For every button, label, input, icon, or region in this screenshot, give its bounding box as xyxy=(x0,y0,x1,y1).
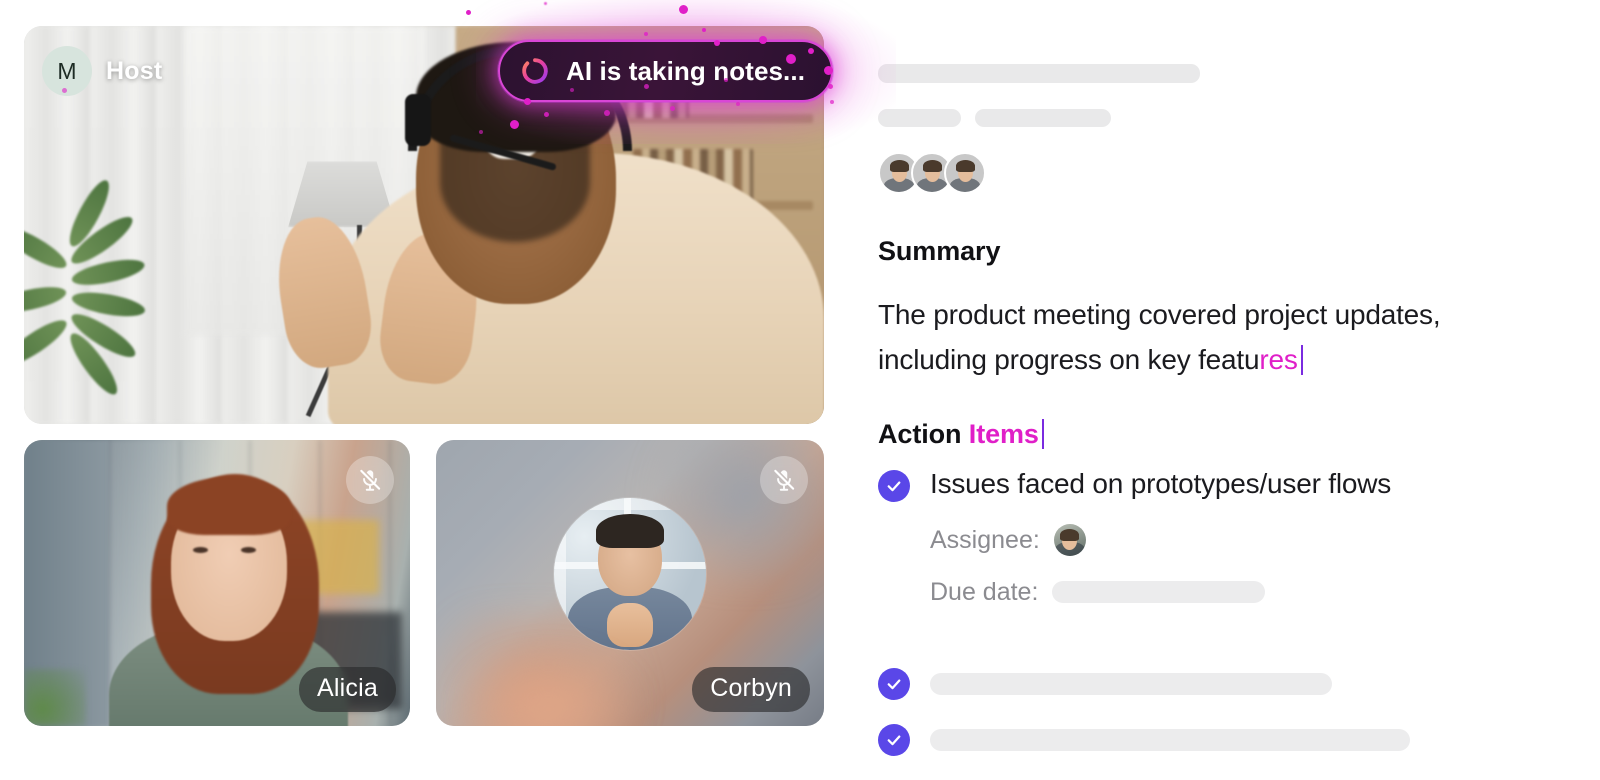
due-date-row[interactable]: Due date: xyxy=(930,572,1391,612)
action-item-row[interactable] xyxy=(878,720,1538,756)
action-item-text: Issues faced on prototypes/user flows xyxy=(930,468,1392,499)
notes-title-skeleton xyxy=(878,64,1200,83)
host-chip: M Host xyxy=(42,46,162,96)
host-role-label: Host xyxy=(106,56,163,85)
check-glyph xyxy=(887,481,901,492)
mic-muted-icon xyxy=(774,469,795,491)
summary-text: The product meeting covered project upda… xyxy=(878,292,1518,382)
notes-meta-skeleton-2 xyxy=(975,109,1111,127)
host-avatar-initial: M xyxy=(42,46,92,96)
summary-text-generating: res xyxy=(1259,344,1298,375)
video-grid: M Host Alicia Corbyn AI is taking notes.… xyxy=(24,0,896,726)
video-tile-alicia[interactable]: Alicia xyxy=(24,440,410,726)
sparkle-particle xyxy=(679,5,688,14)
assignee-avatar[interactable] xyxy=(1053,524,1086,556)
video-tile-corbyn[interactable]: Corbyn xyxy=(436,440,824,726)
check-glyph xyxy=(887,735,901,746)
typing-caret xyxy=(1041,419,1044,449)
check-glyph xyxy=(887,679,901,690)
ai-notes-panel: Summary The product meeting covered proj… xyxy=(878,0,1578,780)
action-items-heading: Action Items xyxy=(878,419,1044,450)
action-item-text-skeleton xyxy=(930,673,1332,695)
typing-caret xyxy=(1300,345,1303,375)
mic-muted-icon xyxy=(360,469,381,491)
ai-taking-notes-badge[interactable]: AI is taking notes... xyxy=(498,40,834,102)
headset-earcup xyxy=(404,93,431,146)
due-date-label: Due date: xyxy=(930,578,1039,606)
action-items-list: Issues faced on prototypes/user flows As… xyxy=(878,466,1538,766)
assignee-row[interactable]: Assignee: xyxy=(930,520,1391,560)
action-items-heading-typed: Action xyxy=(878,419,969,449)
action-item-row[interactable]: Issues faced on prototypes/user flows As… xyxy=(878,466,1538,624)
participant-name-alicia: Alicia xyxy=(299,667,396,712)
action-item-meta: Assignee: Due date: xyxy=(930,520,1391,612)
action-items-heading-generating: Items xyxy=(968,419,1039,449)
ai-status-text: AI is taking notes... xyxy=(566,55,806,86)
mic-muted-badge-corbyn[interactable] xyxy=(760,456,808,504)
checkmark-icon[interactable] xyxy=(878,668,910,700)
checkmark-icon[interactable] xyxy=(878,724,910,756)
assignee-label: Assignee: xyxy=(930,526,1040,554)
checkmark-icon[interactable] xyxy=(878,470,910,502)
action-item-text-skeleton xyxy=(930,729,1410,751)
notes-meta-skeleton-1 xyxy=(878,109,961,127)
house-plant xyxy=(24,176,152,416)
attendee-avatar[interactable] xyxy=(944,152,986,194)
sparkle-particle xyxy=(466,10,471,15)
action-item-row[interactable] xyxy=(878,664,1538,700)
summary-text-typed: The product meeting covered project upda… xyxy=(878,299,1441,375)
corbyn-portrait-circle xyxy=(554,498,706,651)
spinner-icon xyxy=(522,58,548,84)
participant-name-corbyn: Corbyn xyxy=(692,667,810,712)
due-date-skeleton xyxy=(1052,581,1266,603)
attendee-avatar-row[interactable] xyxy=(878,152,986,194)
mic-muted-badge-alicia[interactable] xyxy=(346,456,394,504)
meeting-notes-screen: M Host Alicia Corbyn AI is taking notes.… xyxy=(0,0,1600,780)
summary-heading: Summary xyxy=(878,236,1001,266)
sparkle-particle xyxy=(830,100,834,104)
sparkle-particle xyxy=(544,2,547,5)
